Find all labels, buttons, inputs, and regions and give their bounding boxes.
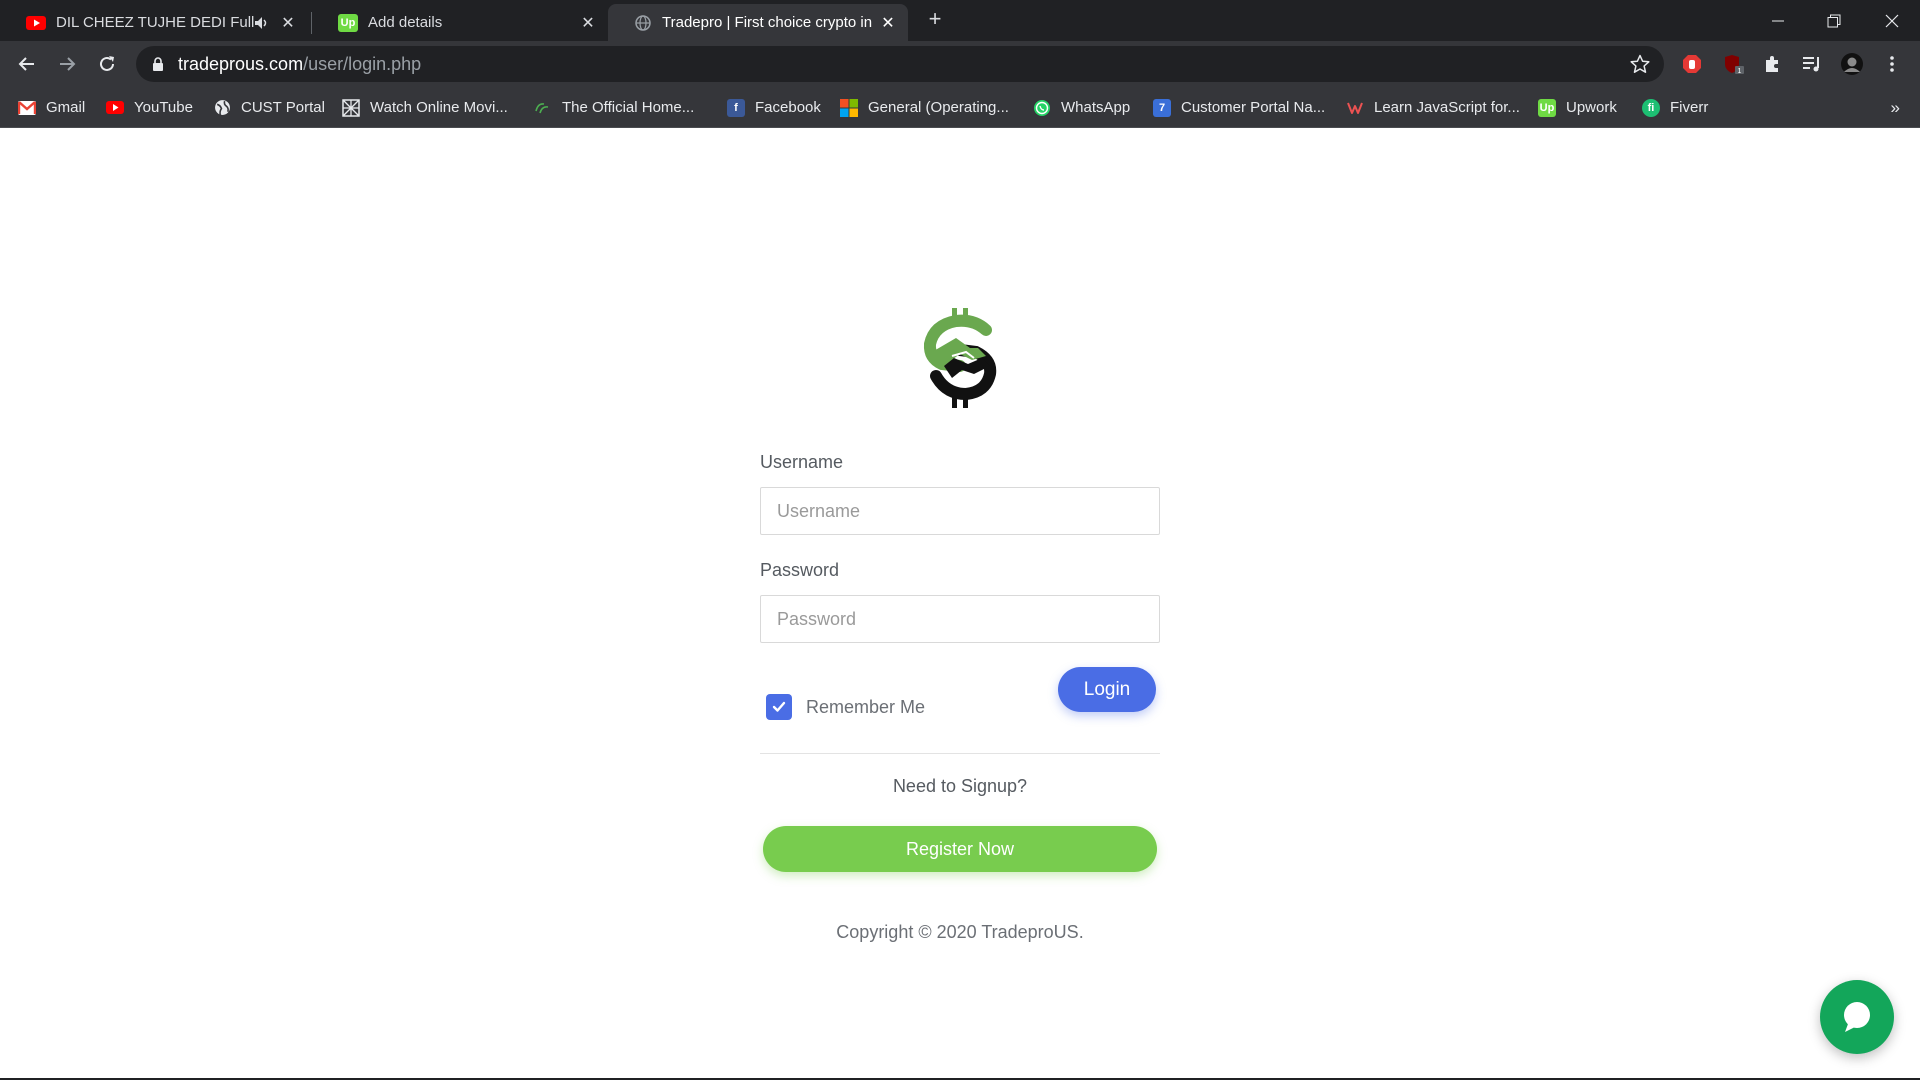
extensions-puzzle-icon[interactable]: [1760, 52, 1784, 76]
upwork-icon: Up: [1538, 98, 1556, 117]
tab-title: Add details: [368, 14, 443, 31]
bookmark-label: Facebook: [755, 99, 821, 116]
globe-icon: [213, 99, 231, 117]
globe-icon: [634, 14, 652, 32]
remember-me-row: Remember Me: [766, 694, 925, 720]
chat-bubble-icon: [1844, 1002, 1870, 1032]
bookmark-general-operating[interactable]: General (Operating...: [840, 87, 1009, 128]
facebook-icon: f: [727, 98, 745, 117]
login-button[interactable]: Login: [1058, 667, 1156, 712]
youtube-icon: [106, 99, 124, 117]
lock-icon[interactable]: [150, 56, 166, 72]
bookmark-label: WhatsApp: [1061, 99, 1131, 116]
remember-me-checkbox[interactable]: [766, 694, 792, 720]
url-host: tradeprous.com: [178, 53, 304, 74]
username-input[interactable]: [760, 487, 1160, 535]
restore-icon[interactable]: [1806, 0, 1862, 41]
bookmark-label: The Official Home...: [562, 99, 695, 116]
window-close-icon[interactable]: [1864, 0, 1920, 41]
chat-widget-button[interactable]: [1820, 980, 1894, 1054]
username-label: Username: [760, 452, 844, 472]
ublock-extension-icon[interactable]: 1: [1722, 52, 1746, 76]
youtube-icon: [26, 15, 46, 31]
remember-me-label: Remember Me: [806, 696, 926, 717]
profile-avatar[interactable]: [1840, 52, 1864, 76]
tab-add-details[interactable]: Up Add details ✕: [312, 4, 608, 41]
fiverr-icon: fi: [1642, 98, 1660, 117]
password-label: Password: [760, 560, 840, 580]
tab-strip: DIL CHEEZ TUJHE DEDI Full V ✕ Up Add det…: [0, 0, 1920, 41]
new-tab-button[interactable]: +: [924, 8, 946, 32]
bookmark-learn-javascript[interactable]: Learn JavaScript for...: [1346, 87, 1520, 128]
tradepro-logo-icon: [923, 308, 997, 408]
svg-text:1: 1: [1738, 68, 1742, 75]
address-bar[interactable]: tradeprous.com/user/login.php: [136, 46, 1664, 82]
browser-toolbar: tradeprous.com/user/login.php 1: [0, 41, 1920, 87]
bookmark-label: General (Operating...: [868, 99, 1009, 116]
bookmark-watch-online-movies[interactable]: Watch Online Movi...: [342, 87, 508, 128]
leaf-icon: [534, 99, 552, 117]
copyright-text: Copyright © 2020 TradeproUS.: [836, 922, 1084, 942]
bookmark-gmail[interactable]: Gmail: [18, 87, 85, 128]
tab-title: DIL CHEEZ TUJHE DEDI Full V: [56, 14, 254, 31]
udemy-icon: [1346, 99, 1364, 117]
bookmark-label: CUST Portal: [241, 99, 325, 116]
close-icon[interactable]: ✕: [880, 13, 896, 33]
grid-icon: [342, 98, 360, 117]
browser-menu-icon[interactable]: [1880, 52, 1904, 76]
bookmark-customer-portal[interactable]: 7 Customer Portal Na...: [1153, 87, 1325, 128]
adblock-extension-icon[interactable]: [1680, 52, 1704, 76]
bookmarks-bar: Gmail YouTube CUST Portal Watch Online M…: [0, 87, 1920, 128]
divider: [760, 753, 1160, 754]
bookmark-facebook[interactable]: f Facebook: [727, 87, 821, 128]
gmail-icon: [18, 99, 36, 117]
back-arrow-icon[interactable]: [13, 50, 41, 78]
tab-title: Tradepro | First choice crypto inv: [662, 14, 872, 31]
url-text: tradeprous.com/user/login.php: [178, 54, 421, 75]
media-queue-icon[interactable]: [1800, 52, 1824, 76]
password-input[interactable]: [760, 595, 1160, 643]
forward-arrow-icon[interactable]: [53, 50, 81, 78]
bookmark-whatsapp[interactable]: WhatsApp: [1033, 87, 1130, 128]
bookmark-label: Watch Online Movi...: [370, 99, 508, 116]
login-page: Username Password Remember Me Login Need…: [0, 128, 1920, 1078]
tab-youtube-video[interactable]: DIL CHEEZ TUJHE DEDI Full V ✕: [0, 4, 308, 41]
upwork-icon: Up: [338, 13, 358, 32]
bookmark-label: Customer Portal Na...: [1181, 99, 1326, 116]
speaker-muted-icon[interactable]: [254, 16, 272, 30]
bookmark-official-home[interactable]: The Official Home...: [534, 87, 694, 128]
signup-question: Need to Signup?: [892, 776, 1028, 796]
whatsapp-icon: [1033, 99, 1051, 117]
bookmark-upwork[interactable]: Up Upwork: [1538, 87, 1617, 128]
register-now-button[interactable]: Register Now: [763, 826, 1157, 872]
minimize-icon[interactable]: [1750, 0, 1806, 41]
portal-icon: 7: [1153, 98, 1171, 117]
reload-icon[interactable]: [93, 50, 121, 78]
tab-tradepro[interactable]: Tradepro | First choice crypto inv ✕: [608, 4, 908, 41]
bookmark-star-icon[interactable]: [1630, 54, 1650, 74]
bookmark-label: Learn JavaScript for...: [1374, 99, 1520, 116]
bookmark-label: Upwork: [1566, 99, 1617, 116]
bookmark-label: YouTube: [134, 99, 193, 116]
microsoft-icon: [840, 98, 858, 117]
bookmark-label: Gmail: [46, 99, 86, 116]
url-path: /user/login.php: [303, 53, 422, 74]
close-icon[interactable]: ✕: [280, 13, 296, 33]
bookmark-youtube[interactable]: YouTube: [106, 87, 193, 128]
checkmark-icon: [772, 701, 786, 712]
close-icon[interactable]: ✕: [580, 13, 596, 33]
bookmark-cust-portal[interactable]: CUST Portal: [213, 87, 325, 128]
bookmark-fiverr[interactable]: fi Fiverr: [1642, 87, 1708, 128]
bookmark-label: Fiverr: [1670, 99, 1709, 116]
more-bookmarks-chevron-icon[interactable]: »: [1891, 87, 1900, 128]
